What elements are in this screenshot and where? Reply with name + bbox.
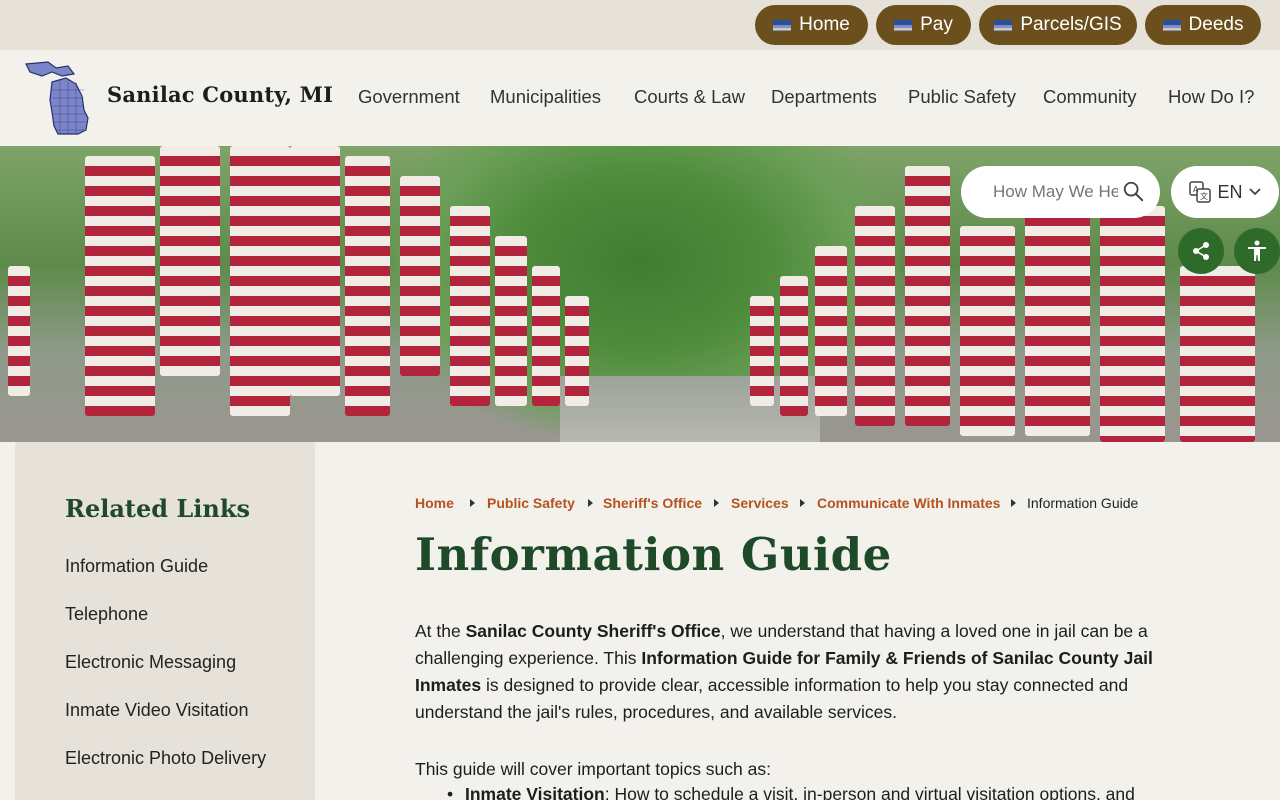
search-input[interactable]	[993, 182, 1118, 202]
nav-courts-law[interactable]: Courts & Law	[634, 86, 745, 108]
nav-government[interactable]: Government	[358, 86, 460, 108]
chevron-down-icon	[1248, 188, 1261, 196]
michigan-logo-icon[interactable]	[22, 60, 90, 136]
utility-bar: Home Pay Parcels/GIS Deeds	[0, 0, 1280, 50]
translate-icon: A 文	[1189, 181, 1212, 203]
topic-text: : How to schedule a visit, in-person and…	[604, 784, 1135, 800]
language-label: EN	[1217, 181, 1243, 202]
utility-deeds-button[interactable]: Deeds	[1145, 5, 1261, 45]
site-name[interactable]: Sanilac County, MI	[107, 82, 333, 107]
accessibility-icon	[1248, 240, 1266, 261]
flag-decor	[160, 146, 220, 376]
flag-decor	[1025, 206, 1090, 436]
site-header: Sanilac County, MI Government Municipali…	[0, 50, 1280, 146]
flag-decor	[85, 156, 155, 416]
nav-departments[interactable]: Departments	[771, 86, 877, 108]
utility-pay-label: Pay	[920, 14, 953, 35]
nav-how-do-i[interactable]: How Do I?	[1168, 86, 1254, 108]
breadcrumb-current: Information Guide	[1027, 495, 1139, 511]
utility-parcels-label: Parcels/GIS	[1020, 14, 1122, 35]
chevron-right-icon	[714, 499, 719, 507]
flag-icon	[773, 19, 792, 31]
nav-municipalities[interactable]: Municipalities	[490, 86, 601, 108]
flag-decor	[855, 206, 895, 426]
sidebar-item-inmate-video-visitation[interactable]: Inmate Video Visitation	[65, 700, 248, 721]
flag-decor	[495, 236, 527, 406]
breadcrumb-communicate-with-inmates[interactable]: Communicate With Inmates	[817, 495, 1000, 511]
topics-intro: This guide will cover important topics s…	[415, 759, 771, 779]
language-selector[interactable]: A 文 EN	[1171, 166, 1279, 218]
nav-public-safety[interactable]: Public Safety	[908, 86, 1016, 108]
accessibility-button[interactable]	[1234, 228, 1280, 274]
flag-decor	[1180, 266, 1255, 442]
sidebar-item-information-guide[interactable]: Information Guide	[65, 556, 208, 577]
flag-decor	[345, 156, 390, 416]
breadcrumb-public-safety[interactable]: Public Safety	[487, 495, 575, 511]
chevron-right-icon	[470, 499, 475, 507]
flag-decor	[780, 276, 808, 416]
flag-icon	[894, 19, 913, 31]
flag-decor	[960, 226, 1015, 436]
share-button[interactable]	[1178, 228, 1224, 274]
flag-decor	[532, 266, 560, 406]
intro-bold-text: Sanilac County Sheriff's Office	[465, 621, 721, 641]
utility-home-label: Home	[799, 14, 850, 35]
chevron-right-icon	[1011, 499, 1016, 507]
utility-pay-button[interactable]: Pay	[876, 5, 971, 45]
sidebar-item-telephone[interactable]: Telephone	[65, 604, 148, 625]
flag-decor	[1100, 206, 1165, 442]
flag-decor	[815, 246, 847, 416]
utility-parcels-button[interactable]: Parcels/GIS	[979, 5, 1137, 45]
intro-text: At the	[415, 621, 466, 641]
intro-paragraph: At the Sanilac County Sheriff's Office, …	[415, 618, 1155, 726]
related-links-sidebar: Related Links Information Guide Telephon…	[15, 442, 315, 800]
intro-text: is designed to provide clear, accessible…	[415, 675, 1129, 722]
flag-decor	[750, 296, 774, 406]
flag-icon	[1162, 19, 1181, 31]
sidebar-item-electronic-messaging[interactable]: Electronic Messaging	[65, 652, 236, 673]
flag-decor	[8, 266, 30, 396]
nav-community[interactable]: Community	[1043, 86, 1137, 108]
breadcrumb-services[interactable]: Services	[731, 495, 789, 511]
search-box	[961, 166, 1160, 218]
sidebar-item-electronic-photo-delivery[interactable]: Electronic Photo Delivery	[65, 748, 266, 769]
sidebar-title: Related Links	[65, 494, 250, 523]
share-icon	[1193, 242, 1209, 260]
utility-deeds-label: Deeds	[1188, 14, 1244, 35]
page-title: Information Guide	[415, 528, 892, 581]
chevron-right-icon	[588, 499, 593, 507]
flag-decor	[230, 146, 290, 416]
flag-decor	[290, 146, 340, 396]
topic-label: Inmate Visitation	[465, 784, 605, 800]
search-icon[interactable]	[1122, 180, 1144, 202]
utility-home-button[interactable]: Home	[755, 5, 868, 45]
flag-icon	[994, 19, 1013, 31]
flag-decor	[450, 206, 490, 406]
breadcrumb-home[interactable]: Home	[415, 495, 454, 511]
flag-decor	[565, 296, 589, 406]
flag-decor	[400, 176, 440, 376]
flag-decor	[905, 166, 950, 426]
list-item: Inmate Visitation: How to schedule a vis…	[447, 781, 1165, 800]
chevron-right-icon	[800, 499, 805, 507]
svg-text:A: A	[1193, 185, 1199, 194]
breadcrumb-sheriffs-office[interactable]: Sheriff's Office	[603, 495, 702, 511]
svg-text:文: 文	[1200, 191, 1208, 201]
